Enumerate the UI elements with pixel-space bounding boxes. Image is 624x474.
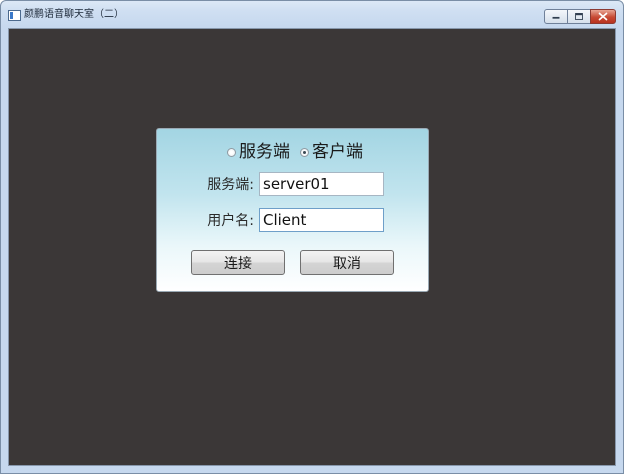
mode-radio-group: 服务端 客户端 — [227, 141, 373, 163]
username-input[interactable] — [259, 208, 384, 232]
window-title: 颜鹏语音聊天室（二） — [24, 9, 124, 20]
connection-panel: 服务端 客户端 服务端: 用户名: 连接 取消 — [156, 128, 429, 292]
close-button[interactable] — [590, 9, 616, 24]
radio-checked-icon — [300, 147, 309, 157]
radio-client-label: 客户端 — [312, 142, 363, 162]
caption-buttons — [544, 9, 616, 25]
app-window-icon[interactable] — [8, 10, 21, 21]
radio-server-mode[interactable]: 服务端 — [227, 142, 290, 162]
radio-server-label: 服务端 — [239, 142, 290, 162]
maximize-icon — [575, 13, 583, 20]
minimize-button[interactable] — [544, 9, 568, 24]
server-field-label: 服务端: — [207, 177, 254, 193]
username-field-label: 用户名: — [207, 213, 254, 229]
radio-client-mode[interactable]: 客户端 — [300, 142, 363, 162]
window-client-area: 服务端 客户端 服务端: 用户名: 连接 取消 — [8, 28, 616, 466]
main-window: 颜鹏语音聊天室（二） 服务端 客户端 服务端: server01 用户名: Cl… — [0, 0, 624, 474]
close-icon — [598, 12, 608, 21]
server-input[interactable] — [259, 172, 384, 196]
title-bar[interactable]: 颜鹏语音聊天室（二） — [1, 1, 623, 28]
radio-unchecked-icon — [227, 147, 236, 157]
minimize-icon — [552, 16, 560, 19]
cancel-button[interactable]: 取消 — [300, 250, 394, 275]
connect-button[interactable]: 连接 — [191, 250, 285, 275]
maximize-button[interactable] — [567, 9, 591, 24]
